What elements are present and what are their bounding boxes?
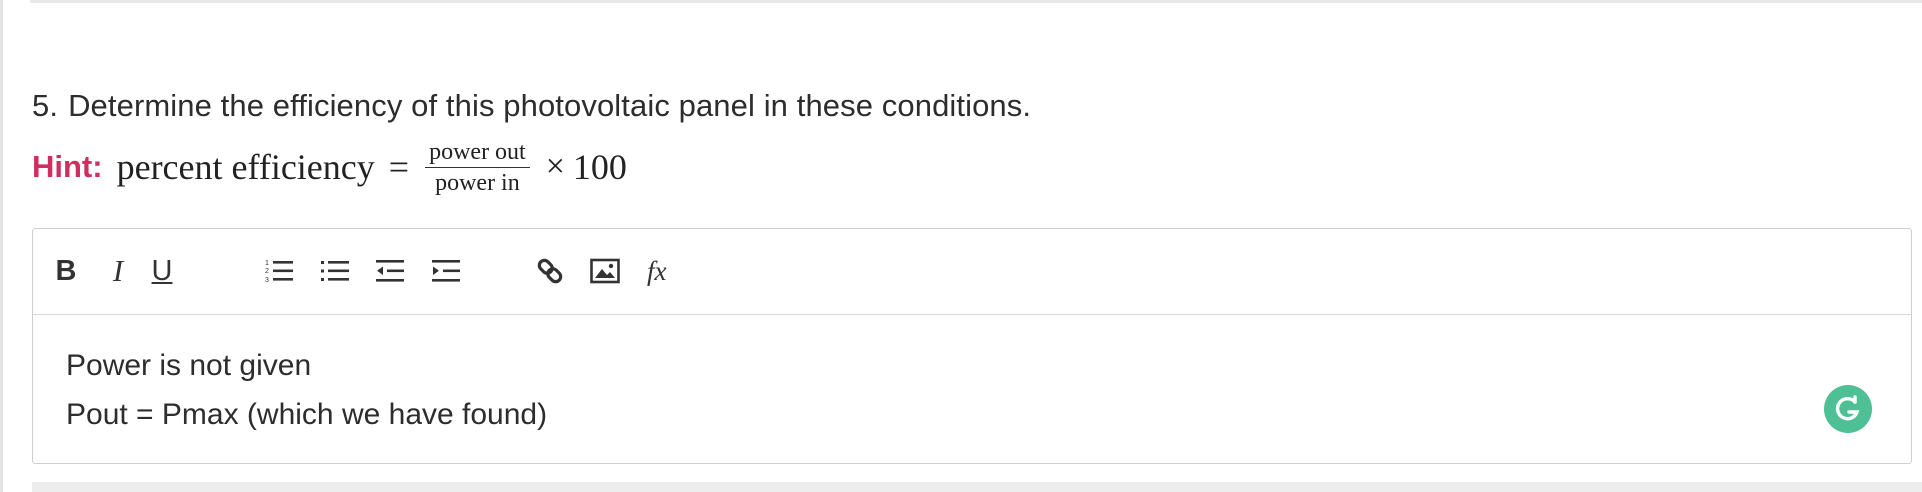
svg-text:1: 1 <box>265 260 269 267</box>
formula-fraction: power out power in <box>425 139 530 196</box>
bold-label: B <box>55 254 77 287</box>
link-icon <box>537 258 563 284</box>
svg-text:2: 2 <box>265 268 269 275</box>
formula-multiplier: 100 <box>572 147 627 187</box>
svg-text:fx: fx <box>647 256 667 286</box>
formula-button[interactable]: fx <box>642 251 682 291</box>
indent-button[interactable] <box>427 251 467 291</box>
hint-label: Hint: <box>32 149 103 184</box>
link-button[interactable] <box>530 251 570 291</box>
page: 5. Determine the efficiency of this photo… <box>0 0 1922 492</box>
rich-text-editor: B I U 1 2 3 fx Power is not given Pout =… <box>32 228 1912 464</box>
bold-button[interactable]: B <box>46 251 86 291</box>
editor-toolbar: B I U 1 2 3 fx <box>33 229 1911 315</box>
formula-equals: = <box>388 147 410 187</box>
numbered-list-icon: 1 2 3 <box>265 260 293 284</box>
underline-label: U <box>151 254 173 287</box>
bulleted-list-icon <box>321 261 349 281</box>
outdent-button[interactable] <box>371 251 411 291</box>
question-prompt: 5. Determine the efficiency of this photo… <box>32 88 1031 124</box>
hint-formula: percent efficiency = power out power in … <box>117 139 627 196</box>
image-button[interactable] <box>585 251 625 291</box>
underline-button[interactable]: U <box>142 251 182 291</box>
bulleted-list-button[interactable] <box>316 251 356 291</box>
fraction-numerator: power out <box>425 139 530 168</box>
grammarly-button[interactable] <box>1824 385 1872 433</box>
bottom-divider <box>32 482 1922 492</box>
formula-lhs: percent efficiency <box>116 147 375 187</box>
outdent-icon <box>376 260 404 282</box>
top-divider <box>30 0 1922 3</box>
question-number: 5. <box>32 88 59 123</box>
hint: Hint: percent efficiency = power out pow… <box>32 137 627 197</box>
grammarly-icon <box>1835 395 1860 421</box>
content-line: Pout = Pmax (which we have found) <box>66 398 548 431</box>
italic-button[interactable]: I <box>98 251 138 291</box>
formula-times: × <box>545 148 565 185</box>
question-text: Determine the efficiency of this photovo… <box>68 88 1032 123</box>
italic-label: I <box>112 253 124 288</box>
numbered-list-button[interactable]: 1 2 3 <box>260 251 300 291</box>
content-line: Power is not given <box>66 349 312 382</box>
image-icon <box>590 258 620 284</box>
left-divider <box>0 0 3 492</box>
indent-icon <box>432 260 460 282</box>
svg-text:3: 3 <box>265 277 269 284</box>
formula-icon: fx <box>647 256 667 286</box>
fraction-denominator: power in <box>435 169 520 196</box>
